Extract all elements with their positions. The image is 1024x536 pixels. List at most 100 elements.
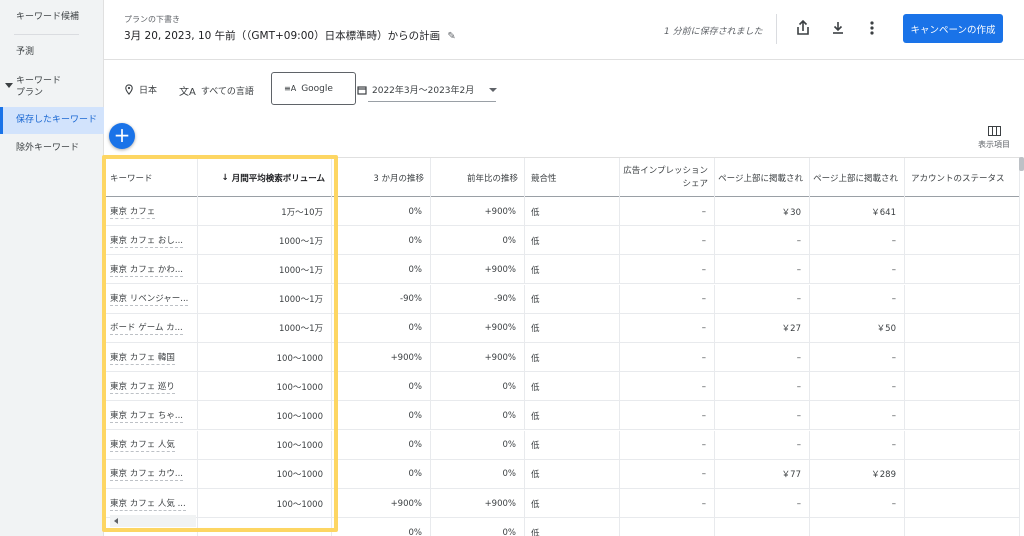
table-row[interactable]: 東京 カフェ 人気 ... 100～1000 +900% +900% 低 – – – [104, 489, 1020, 518]
share-icon[interactable] [793, 18, 813, 38]
cell-keyword[interactable]: ボード ゲーム カ... [104, 313, 198, 343]
cell-yoy-change-text: +900% [484, 352, 516, 363]
cell-keyword[interactable]: 東京 カフェ 人気 [104, 430, 198, 460]
cell-top-of-page-bid-high-text: ￥641 [871, 207, 896, 218]
cell-account-status [905, 489, 1020, 518]
cell-three-month-change-text: 0% [408, 410, 423, 421]
cell-top-of-page-bid-low: ￥30 [715, 197, 810, 226]
table-row[interactable]: 0% 0% 低 [104, 518, 1020, 536]
cell-keyword[interactable]: 東京 カフェ ちゃ... [104, 401, 198, 431]
scroll-left-icon[interactable] [114, 518, 118, 524]
cell-keyword[interactable]: 東京 カフェ おし... [104, 226, 198, 256]
cell-avg-monthly-searches: 1000～1万 [198, 284, 332, 314]
cell-keyword-text: 東京 カフェ 人気 [110, 440, 175, 453]
cell-yoy-change-text: 0% [502, 440, 517, 451]
cell-competition: 低 [525, 459, 620, 489]
cell-competition: 低 [525, 343, 620, 372]
header-keyword[interactable]: キーワード [104, 158, 198, 197]
header-yoy-change[interactable]: 前年比の推移 [431, 158, 525, 197]
sidebar-item-keyword-ideas[interactable]: キーワード候補 [0, 11, 104, 23]
sidebar-item-keyword-plan[interactable]: キーワード プラン [0, 75, 104, 99]
cell-three-month-change: -90% [332, 284, 431, 314]
header-account-status[interactable]: アカウントのステータス [905, 158, 1020, 197]
cell-keyword-text: 東京 カフェ 韓国 [110, 352, 175, 365]
cell-competition: 低 [525, 197, 620, 226]
table-row[interactable]: 東京 カフェ ちゃ... 100～1000 0% 0% 低 – – – [104, 401, 1020, 431]
create-campaign-button[interactable]: キャンペーンの作成 [903, 14, 1003, 43]
cell-keyword-text: 東京 カフェ ちゃ... [110, 410, 184, 423]
cell-three-month-change: 0% [332, 255, 431, 285]
cell-yoy-change: +900% [431, 255, 525, 285]
cell-top-of-page-bid-low-text: – [796, 381, 801, 392]
sidebar-item-negative-keywords[interactable]: 除外キーワード [0, 142, 104, 154]
header-competition[interactable]: 競合性 [525, 158, 620, 197]
cell-top-of-page-bid-low-text: – [796, 294, 801, 305]
more-vert-icon[interactable] [862, 18, 882, 38]
cell-avg-monthly-searches-text: 100～1000 [276, 441, 323, 452]
cell-yoy-change: 0% [431, 459, 525, 489]
header-top-of-page-bid-high[interactable]: ページ上部に掲載され [810, 158, 905, 197]
cell-three-month-change: 0% [332, 197, 431, 226]
table-row[interactable]: 東京 カフェ 巡り 100～1000 0% 0% 低 – – – [104, 372, 1020, 402]
cell-account-status [905, 401, 1020, 431]
download-icon[interactable] [828, 18, 848, 38]
add-keyword-button[interactable]: + [109, 123, 135, 149]
cell-keyword[interactable]: 東京 カフェ 巡り [104, 372, 198, 402]
cell-top-of-page-bid-low [715, 518, 810, 536]
cell-keyword[interactable]: 東京 カフェ かわ... [104, 255, 198, 285]
cell-keyword[interactable]: 東京 カフェ [104, 197, 198, 226]
pencil-icon[interactable]: ✎ [447, 31, 455, 42]
location-filter[interactable]: 日本 [124, 83, 157, 96]
plan-title[interactable]: 3月 20, 2023, 10 午前（（GMT+09:00）日本標準時）からの計… [124, 28, 456, 43]
cell-ad-impression-share-text: – [701, 410, 706, 421]
table-row[interactable]: 東京 カフェ カウ... 100～1000 0% 0% 低 – ￥77 ￥289 [104, 459, 1020, 489]
cell-competition-text: 低 [531, 499, 540, 510]
sidebar: キーワード候補 予測 キーワード プラン 保存したキーワード 除外キーワード [0, 0, 104, 536]
cell-yoy-change-text: 0% [502, 410, 517, 421]
table-row[interactable]: 東京 カフェ 1万～10万 0% +900% 低 – ￥30 ￥641 [104, 197, 1020, 226]
table-row[interactable]: 東京 リベンジャー... 1000～1万 -90% -90% 低 – – – [104, 284, 1020, 314]
cell-keyword-text: 東京 カフェ [110, 206, 156, 219]
cell-top-of-page-bid-high-text: – [891, 264, 896, 275]
cell-keyword[interactable]: 東京 カフェ カウ... [104, 459, 198, 489]
cell-avg-monthly-searches: 1000～1万 [198, 313, 332, 343]
sidebar-item-forecast[interactable]: 予測 [0, 46, 104, 58]
sidebar-item-saved-keywords[interactable]: 保存したキーワード [0, 107, 104, 134]
language-filter[interactable]: 文A すべての言語 [179, 83, 254, 98]
table-row[interactable]: 東京 カフェ かわ... 1000～1万 0% +900% 低 – – – [104, 255, 1020, 285]
cell-keyword[interactable]: 東京 リベンジャー... [104, 284, 198, 314]
vertical-scrollbar[interactable] [1019, 157, 1024, 171]
cell-competition-text: 低 [531, 528, 540, 536]
table-row[interactable]: 東京 カフェ 人気 100～1000 0% 0% 低 – – – [104, 430, 1020, 460]
header-three-month-change[interactable]: 3 か月の推移 [332, 158, 431, 197]
columns-button[interactable]: 表示項目 [972, 126, 1016, 150]
cell-top-of-page-bid-high-text: – [891, 235, 896, 246]
cell-competition: 低 [525, 313, 620, 343]
horizontal-scrollbar[interactable] [110, 515, 196, 527]
cell-top-of-page-bid-low: ￥77 [715, 459, 810, 489]
cell-yoy-change-text: +900% [484, 206, 516, 217]
cell-top-of-page-bid-low: – [715, 489, 810, 518]
cell-three-month-change-text: 0% [408, 440, 423, 451]
header-top-of-page-bid-low[interactable]: ページ上部に掲載され [715, 158, 810, 197]
cell-three-month-change-text: 0% [408, 323, 423, 334]
cell-top-of-page-bid-high [810, 518, 905, 536]
date-range-filter[interactable]: 2022年3月～2023年2月 [357, 83, 498, 96]
cell-three-month-change-text: +900% [390, 498, 422, 509]
cell-keyword[interactable]: 東京 カフェ 韓国 [104, 343, 198, 372]
network-filter[interactable]: ≡A Google [271, 72, 356, 105]
cell-keyword-text: 東京 カフェ カウ... [110, 469, 184, 482]
header-avg-monthly-searches[interactable]: ↓ 月間平均検索ボリューム [198, 158, 332, 197]
cell-top-of-page-bid-low: – [715, 255, 810, 285]
cell-top-of-page-bid-high-text: – [891, 440, 896, 451]
table-row[interactable]: 東京 カフェ おし... 1000～1万 0% 0% 低 – – – [104, 226, 1020, 256]
cell-keyword[interactable]: 東京 カフェ 人気 ... [104, 489, 198, 518]
table-row[interactable]: 東京 カフェ 韓国 100～1000 +900% +900% 低 – – – [104, 343, 1020, 372]
columns-label: 表示項目 [978, 140, 1010, 149]
table-row[interactable]: ボード ゲーム カ... 1000～1万 0% +900% 低 – ￥27 ￥50 [104, 313, 1020, 343]
cell-three-month-change: 0% [332, 226, 431, 256]
cell-top-of-page-bid-low-text: – [796, 264, 801, 275]
header-ad-impression-share[interactable]: 広告インプレッション シェア [620, 158, 715, 197]
cell-avg-monthly-searches: 1000～1万 [198, 226, 332, 256]
cell-account-status [905, 226, 1020, 256]
